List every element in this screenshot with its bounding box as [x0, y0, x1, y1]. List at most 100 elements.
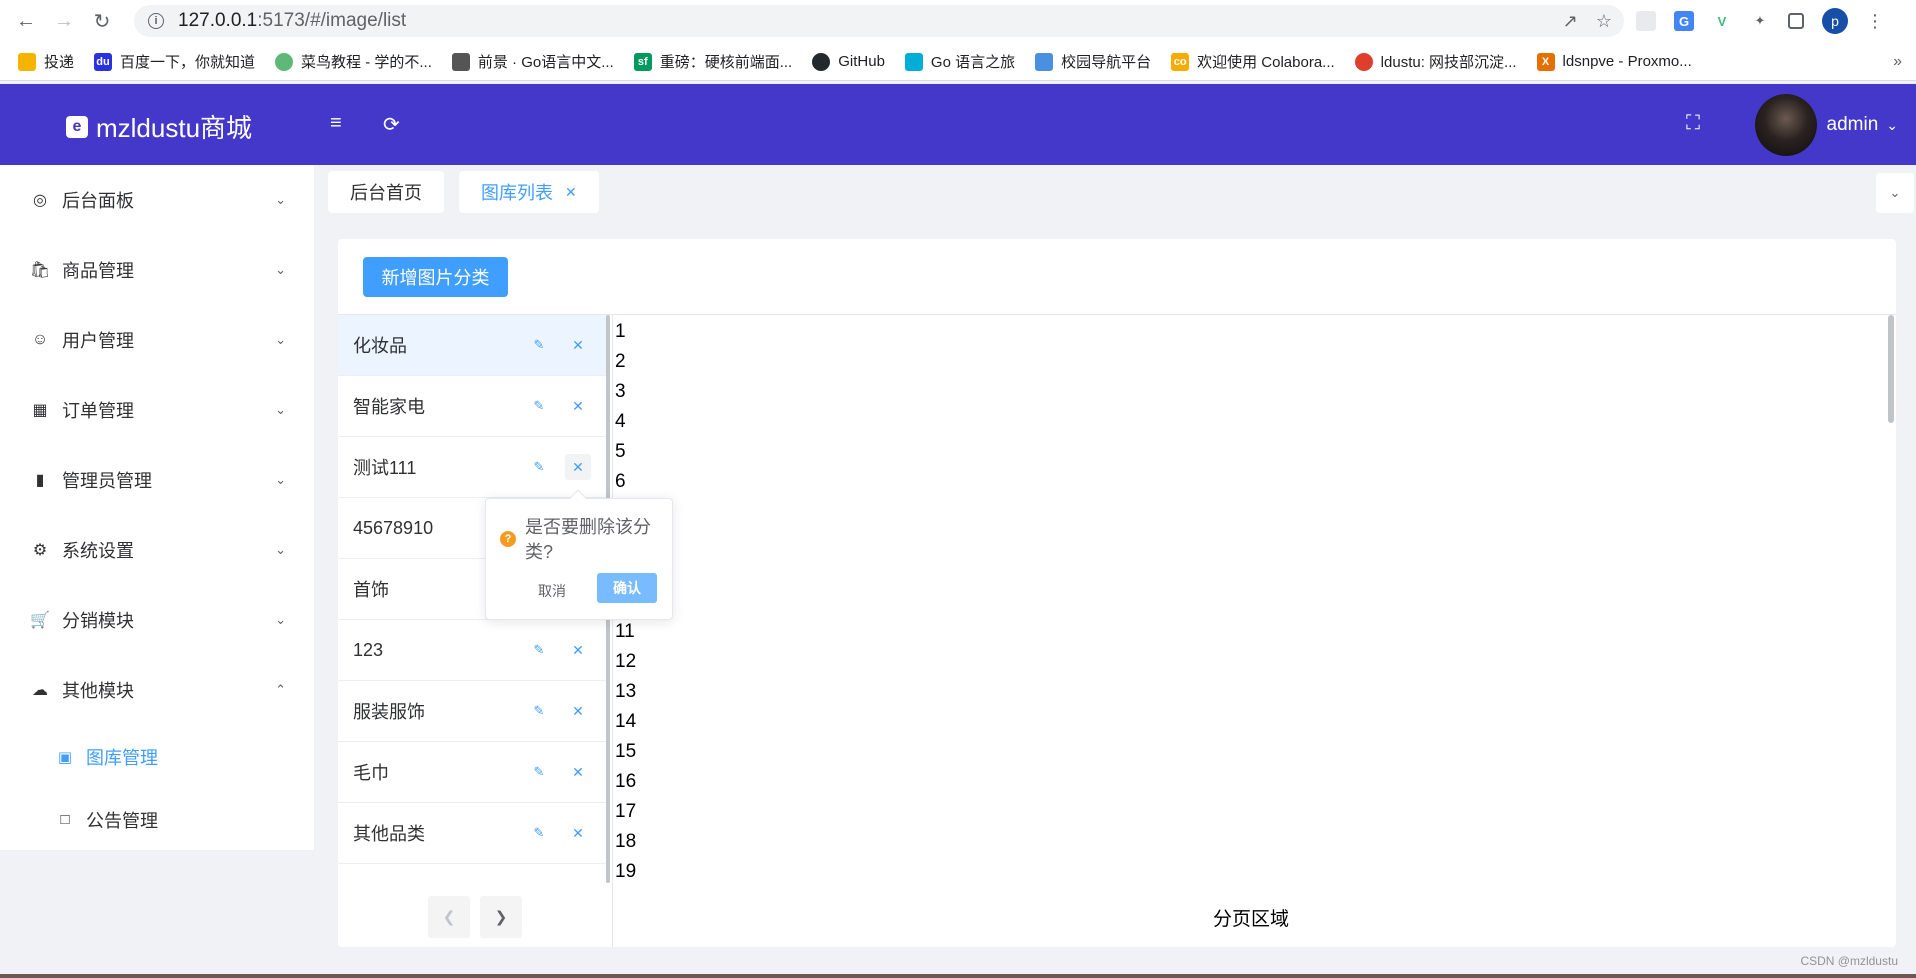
tab-gallery-list[interactable]: 图库列表 ✕	[459, 171, 599, 213]
bookmark-star-icon[interactable]: ☆	[1596, 11, 1612, 32]
notification-icon: □	[60, 811, 70, 828]
user-dropdown[interactable]: admin ⌄	[1754, 94, 1898, 156]
list-item: 1	[615, 321, 626, 342]
sidebar-item-dashboard[interactable]: ◎ 后台面板 ⌄	[0, 165, 314, 235]
list-item: 19	[615, 861, 637, 881]
shopping-bag-icon: 🛍	[29, 262, 51, 279]
chevron-down-icon: ⌄	[275, 472, 286, 487]
dashboard-icon: ◎	[33, 192, 47, 209]
site-info-icon[interactable]: i	[148, 13, 164, 29]
profile-avatar[interactable]: p	[1822, 8, 1848, 34]
bookmark-item[interactable]: co 欢迎使用 Colabora...	[1171, 51, 1335, 72]
image-list-area: 1 2 3 4 5 6 7 8 9 10 11 12 13 14 15 16 1…	[613, 315, 1883, 881]
list-item[interactable]: 123 ✎ ✕	[338, 620, 606, 681]
close-icon[interactable]: ✕	[565, 332, 591, 358]
edit-icon[interactable]: ✎	[531, 459, 547, 475]
bookmark-item[interactable]: 校园导航平台	[1035, 51, 1151, 72]
sidebar-item-settings[interactable]: ⚙ 系统设置 ⌄	[0, 515, 314, 585]
list-item[interactable]: 测试111 ✎ ✕	[338, 437, 606, 498]
content-scrollbar[interactable]	[1888, 315, 1894, 423]
avatar[interactable]	[1754, 94, 1817, 156]
confirm-button[interactable]: 确认	[597, 573, 657, 603]
edit-icon[interactable]: ✎	[531, 703, 547, 719]
sidebar-item-orders[interactable]: ▦ 订单管理 ⌄	[0, 375, 314, 445]
folder-icon	[18, 52, 36, 71]
forward-icon[interactable]: →	[52, 10, 76, 34]
edit-icon[interactable]: ✎	[531, 764, 547, 780]
edit-icon[interactable]: ✎	[531, 398, 547, 414]
bookmark-item[interactable]: Xldsnpve - Proxmo...	[1536, 52, 1692, 71]
tab-dropdown-button[interactable]: ⌄	[1876, 173, 1914, 213]
segmentfault-icon: sf	[633, 52, 652, 71]
logo-icon: e	[66, 115, 88, 138]
chevron-right-icon: ❯	[494, 909, 508, 926]
chevron-left-icon: ❮	[442, 909, 456, 926]
chevron-down-icon: ⌄	[275, 192, 286, 207]
bookmarks-overflow-icon[interactable]: »	[1893, 53, 1902, 71]
translate-extension-icon[interactable]: G	[1674, 11, 1694, 31]
sidebar-item-other[interactable]: ☁ 其他模块 ⌃	[0, 655, 314, 725]
reload-icon[interactable]: ↻	[90, 10, 114, 34]
browser-menu-icon[interactable]: ⋮	[1866, 11, 1884, 32]
chevron-down-icon: ⌄	[275, 332, 286, 347]
refresh-icon[interactable]: ⟳	[383, 112, 400, 137]
tab-home[interactable]: 后台首页	[328, 171, 444, 213]
sidebar-subitem-notice[interactable]: □ 公告管理	[0, 788, 314, 851]
list-item[interactable]: 其他品类 ✎ ✕	[338, 803, 606, 864]
url-host: 127.0.0.1	[178, 10, 258, 31]
close-icon[interactable]: ✕	[565, 637, 591, 663]
close-icon[interactable]: ✕	[565, 820, 591, 846]
side-panel-icon[interactable]	[1788, 13, 1804, 29]
share-icon[interactable]: ↗	[1563, 11, 1578, 32]
close-icon[interactable]: ✕	[565, 454, 591, 480]
cancel-button[interactable]: 取消	[538, 575, 566, 607]
list-item: 6	[615, 471, 626, 492]
logo-text: mzldustu商城	[96, 113, 253, 143]
list-item: 9	[615, 557, 1883, 587]
user-icon: ☺	[31, 331, 49, 348]
list-item: 12	[615, 651, 637, 672]
bookmark-item[interactable]: 投递	[18, 51, 74, 72]
list-item[interactable]: 智能家电 ✎ ✕	[338, 376, 606, 437]
edit-icon[interactable]: ✎	[531, 337, 547, 353]
vue-devtools-icon[interactable]: V	[1712, 11, 1732, 31]
next-page-button[interactable]: ❯	[480, 896, 522, 938]
edit-icon[interactable]: ✎	[531, 825, 547, 841]
bookmark-item[interactable]: sf 重磅：硬核前端面...	[633, 51, 792, 72]
sidebar-subitem-gallery[interactable]: ▣ 图库管理	[0, 725, 314, 788]
back-icon[interactable]: ←	[14, 10, 38, 34]
sidebar-item-admins[interactable]: ▮ 管理员管理 ⌄	[0, 445, 314, 515]
list-item: 18	[615, 831, 637, 852]
bookmark-item[interactable]: 前景 · Go语言中文...	[451, 51, 614, 72]
close-icon[interactable]: ✕	[565, 698, 591, 724]
bookmark-item[interactable]: ldustu: 网技部沉淀...	[1354, 51, 1517, 72]
bookmark-item[interactable]: GitHub	[812, 52, 885, 71]
list-item[interactable]: 服装服饰 ✎ ✕	[338, 681, 606, 742]
extension-blank-icon[interactable]	[1636, 11, 1656, 31]
extensions-puzzle-icon[interactable]: ✦	[1750, 11, 1770, 31]
chevron-down-icon: ⌄	[1889, 185, 1901, 200]
sidebar-item-users[interactable]: ☺ 用户管理 ⌄	[0, 305, 314, 375]
logo[interactable]: e mzldustu商城	[66, 108, 252, 145]
close-icon[interactable]: ✕	[565, 393, 591, 419]
close-icon[interactable]: ✕	[565, 184, 577, 201]
list-item: 5	[615, 441, 626, 462]
bookmark-item[interactable]: 菜鸟教程 - 学的不...	[275, 51, 432, 72]
list-item[interactable]: 毛巾 ✎ ✕	[338, 742, 606, 803]
cloud-icon: ☁	[32, 682, 48, 699]
sidebar-item-goods[interactable]: 🛍 商品管理 ⌄	[0, 235, 314, 305]
edit-icon[interactable]: ✎	[531, 642, 547, 658]
prev-page-button[interactable]: ❮	[428, 896, 470, 938]
chevron-down-icon: ⌄	[275, 262, 286, 277]
bookmark-item[interactable]: du 百度一下，你就知道	[94, 51, 255, 72]
fullscreen-icon[interactable]: ⛶	[1686, 112, 1700, 135]
sidebar-item-distribution[interactable]: 🛒 分销模块 ⌄	[0, 585, 314, 655]
address-bar[interactable]: i 127.0.0.1:5173/#/image/list ↗ ☆	[134, 5, 1624, 37]
chevron-up-icon: ⌃	[275, 682, 286, 697]
bookmark-item[interactable]: Go 语言之旅	[904, 51, 1015, 72]
fold-menu-icon[interactable]: ≡	[330, 112, 342, 135]
close-icon[interactable]: ✕	[565, 759, 591, 785]
add-category-button[interactable]: 新增图片分类	[363, 257, 508, 297]
url-path: :5173/#/image/list	[257, 10, 407, 31]
list-item[interactable]: 化妆品 ✎ ✕	[338, 315, 606, 376]
